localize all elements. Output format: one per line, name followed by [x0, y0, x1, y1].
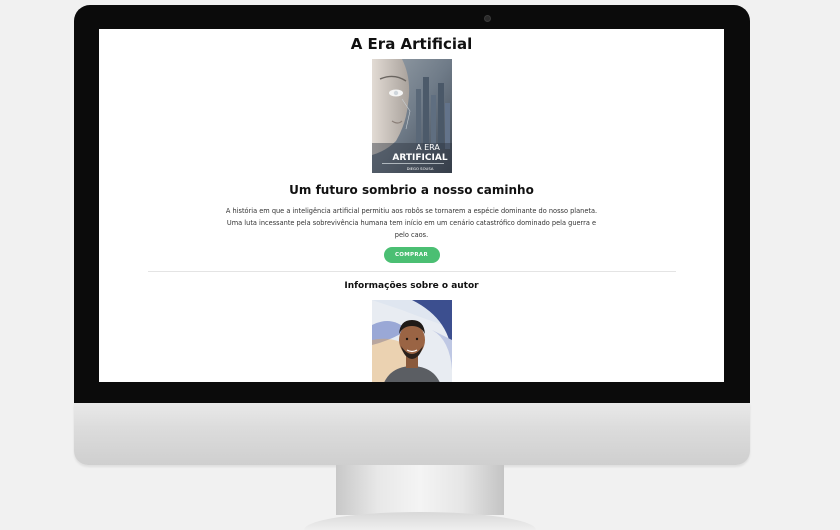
screen: A Era Artificial A ERA ARTIFICIAL DIEGO … — [99, 29, 724, 382]
book-description: A história em que a inteligência artific… — [225, 207, 598, 239]
monitor-stand — [336, 465, 504, 515]
author-section-heading: Informações sobre o autor — [344, 281, 479, 291]
monitor-chin — [74, 403, 750, 465]
page-title: A Era Artificial — [350, 35, 473, 53]
webcam-icon — [484, 15, 491, 22]
book-page: A Era Artificial A ERA ARTIFICIAL DIEGO … — [99, 29, 724, 382]
book-subtitle: Um futuro sombrio a nosso caminho — [289, 183, 534, 197]
cover-author: DIEGO SOUSA — [406, 166, 433, 171]
cover-title-line2: ARTIFICIAL — [392, 153, 447, 163]
section-divider — [147, 271, 676, 272]
cover-title-line1: A ERA — [416, 143, 440, 152]
buy-button[interactable]: COMPRAR — [383, 247, 440, 263]
book-cover-image: A ERA ARTIFICIAL DIEGO SOUSA — [371, 59, 452, 173]
author-photo — [371, 300, 452, 382]
